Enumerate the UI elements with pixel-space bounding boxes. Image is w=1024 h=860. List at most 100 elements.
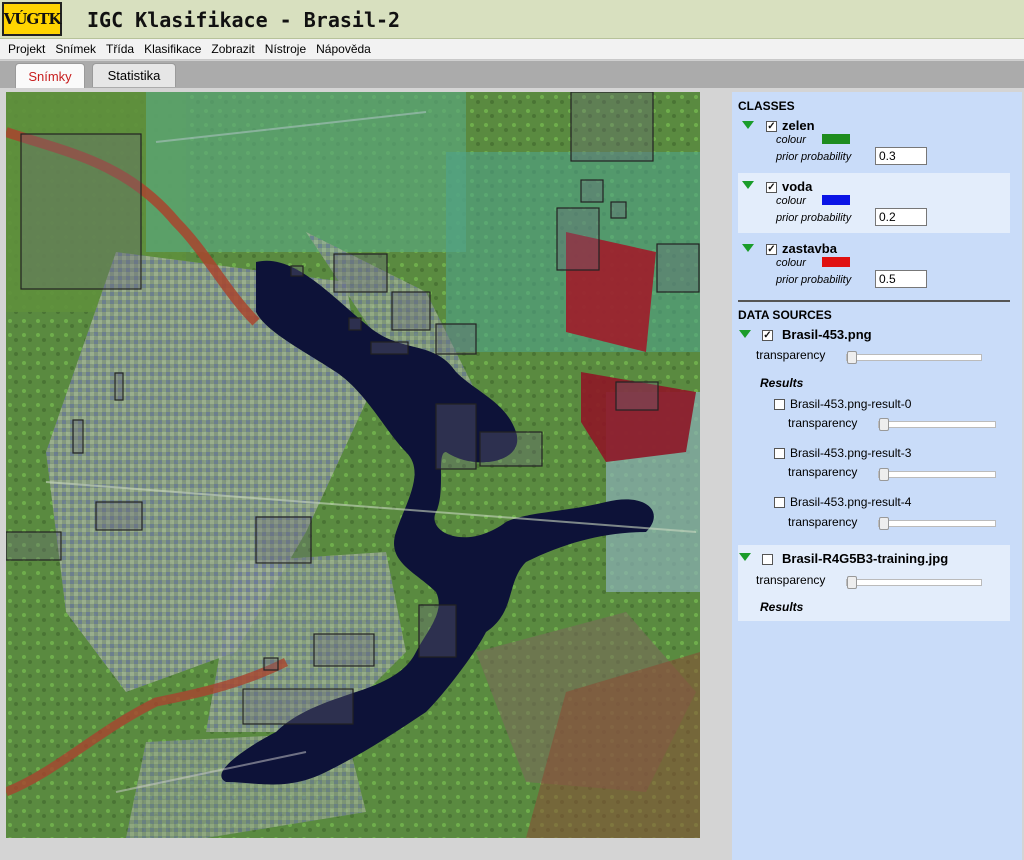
- app-title: IGC Klasifikace - Brasil-2: [87, 8, 401, 32]
- colour-label: colour: [776, 195, 806, 207]
- slider-knob[interactable]: [847, 576, 857, 589]
- source-visible-checkbox[interactable]: ✓: [762, 330, 773, 341]
- class-visible-checkbox[interactable]: ✓: [766, 121, 777, 132]
- source-visible-checkbox[interactable]: [762, 554, 773, 565]
- training-rect[interactable]: [95, 501, 143, 531]
- training-rect[interactable]: [313, 633, 375, 667]
- colour-label: colour: [776, 257, 806, 269]
- slider-knob[interactable]: [847, 351, 857, 364]
- expand-triangle-icon[interactable]: [742, 121, 754, 129]
- training-rect[interactable]: [656, 243, 700, 293]
- transparency-label: transparency: [788, 465, 858, 479]
- class-name: zelen: [782, 118, 815, 133]
- slider-knob[interactable]: [879, 468, 889, 481]
- class-visible-checkbox[interactable]: ✓: [766, 182, 777, 193]
- training-rect[interactable]: [255, 516, 312, 564]
- colour-label: colour: [776, 134, 806, 146]
- training-rect[interactable]: [610, 201, 627, 219]
- menu-nastroje[interactable]: Nístroje: [260, 42, 311, 56]
- training-rect[interactable]: [114, 372, 124, 401]
- tab-snimky[interactable]: Snímky: [15, 63, 85, 89]
- class-name: zastavba: [782, 241, 837, 256]
- expand-triangle-icon[interactable]: [739, 553, 751, 561]
- satellite-image-view[interactable]: [6, 92, 700, 838]
- transparency-slider[interactable]: [846, 351, 982, 364]
- menu-projekt[interactable]: Projekt: [3, 42, 50, 56]
- training-rect[interactable]: [435, 403, 477, 470]
- training-rect[interactable]: [418, 604, 457, 658]
- result-checkbox[interactable]: [774, 497, 785, 508]
- menu-napoveda[interactable]: Nápověda: [311, 42, 376, 56]
- class-visible-checkbox[interactable]: ✓: [766, 244, 777, 255]
- training-rect[interactable]: [263, 657, 279, 671]
- data-sources-title: DATA SOURCES: [738, 308, 832, 322]
- prior-label: prior probability: [776, 212, 852, 224]
- colour-swatch[interactable]: [822, 257, 850, 267]
- transparency-label: transparency: [756, 573, 826, 587]
- transparency-label: transparency: [756, 348, 826, 362]
- result-checkbox[interactable]: [774, 399, 785, 410]
- training-rect[interactable]: [370, 341, 409, 355]
- training-rect[interactable]: [6, 531, 62, 561]
- result-name: Brasil-453.png-result-3: [790, 446, 912, 460]
- source-name: Brasil-R4G5B3-training.jpg: [782, 551, 949, 566]
- section-divider: [738, 300, 1010, 302]
- class-name: voda: [782, 179, 813, 194]
- training-rect[interactable]: [72, 419, 84, 454]
- result-checkbox[interactable]: [774, 448, 785, 459]
- prior-probability-input[interactable]: 0.3: [875, 147, 927, 165]
- prior-probability-input[interactable]: 0.2: [875, 208, 927, 226]
- training-rect[interactable]: [290, 265, 304, 277]
- training-rect[interactable]: [556, 207, 600, 271]
- class-zastavba: ✓ zastavba colour prior probability 0.5: [738, 236, 1010, 296]
- source-name: Brasil-453.png: [782, 327, 872, 342]
- menu-trida[interactable]: Třída: [101, 42, 139, 56]
- training-rect[interactable]: [570, 92, 654, 162]
- expand-triangle-icon[interactable]: [742, 181, 754, 189]
- colour-swatch[interactable]: [822, 134, 850, 144]
- expand-triangle-icon[interactable]: [742, 244, 754, 252]
- training-rect[interactable]: [20, 133, 142, 290]
- results-label: Results: [760, 600, 804, 614]
- training-rect[interactable]: [242, 688, 354, 725]
- prior-probability-input[interactable]: 0.5: [875, 270, 927, 288]
- prior-label: prior probability: [776, 151, 852, 163]
- classes-title: CLASSES: [738, 99, 795, 113]
- slider-knob[interactable]: [879, 418, 889, 431]
- title-bar: VÚGTK IGC Klasifikace - Brasil-2: [0, 0, 1024, 39]
- menu-snimek[interactable]: Snímek: [50, 42, 101, 56]
- results-label: Results: [760, 376, 804, 390]
- result-name: Brasil-453.png-result-4: [790, 495, 912, 509]
- menu-klasifikace[interactable]: Klasifikace: [139, 42, 206, 56]
- menu-zobrazit[interactable]: Zobrazit: [206, 42, 259, 56]
- transparency-slider[interactable]: [878, 517, 996, 530]
- class-voda: ✓ voda colour prior probability 0.2: [738, 173, 1010, 233]
- prior-label: prior probability: [776, 274, 852, 286]
- expand-triangle-icon[interactable]: [739, 330, 751, 338]
- training-rect[interactable]: [580, 179, 604, 203]
- tab-strip: Snímky Statistika: [0, 61, 1024, 89]
- result-name: Brasil-453.png-result-0: [790, 397, 912, 411]
- transparency-slider[interactable]: [878, 418, 996, 431]
- transparency-slider[interactable]: [878, 468, 996, 481]
- training-rect[interactable]: [615, 381, 659, 411]
- training-rect[interactable]: [479, 431, 543, 467]
- transparency-label: transparency: [788, 416, 858, 430]
- training-rect[interactable]: [391, 291, 431, 331]
- satellite-image: [6, 92, 700, 838]
- training-rect[interactable]: [435, 323, 477, 355]
- data-source-brasil-r4g5b3: Brasil-R4G5B3-training.jpg transparency …: [738, 545, 1010, 621]
- data-source-brasil-453: ✓ Brasil-453.png transparency Results Br…: [738, 324, 1010, 544]
- side-panel: CLASSES ✓ zelen colour prior probability…: [732, 92, 1022, 860]
- class-zelen: ✓ zelen colour prior probability 0.3: [738, 114, 1010, 174]
- transparency-slider[interactable]: [846, 576, 982, 589]
- tab-statistika[interactable]: Statistika: [92, 63, 176, 87]
- slider-knob[interactable]: [879, 517, 889, 530]
- training-rect[interactable]: [348, 317, 362, 331]
- app-logo: VÚGTK: [2, 2, 62, 36]
- training-rect[interactable]: [333, 253, 388, 293]
- transparency-label: transparency: [788, 515, 858, 529]
- menu-bar: Projekt Snímek Třída Klasifikace Zobrazi…: [0, 39, 1024, 60]
- panel-gap: [700, 92, 732, 860]
- colour-swatch[interactable]: [822, 195, 850, 205]
